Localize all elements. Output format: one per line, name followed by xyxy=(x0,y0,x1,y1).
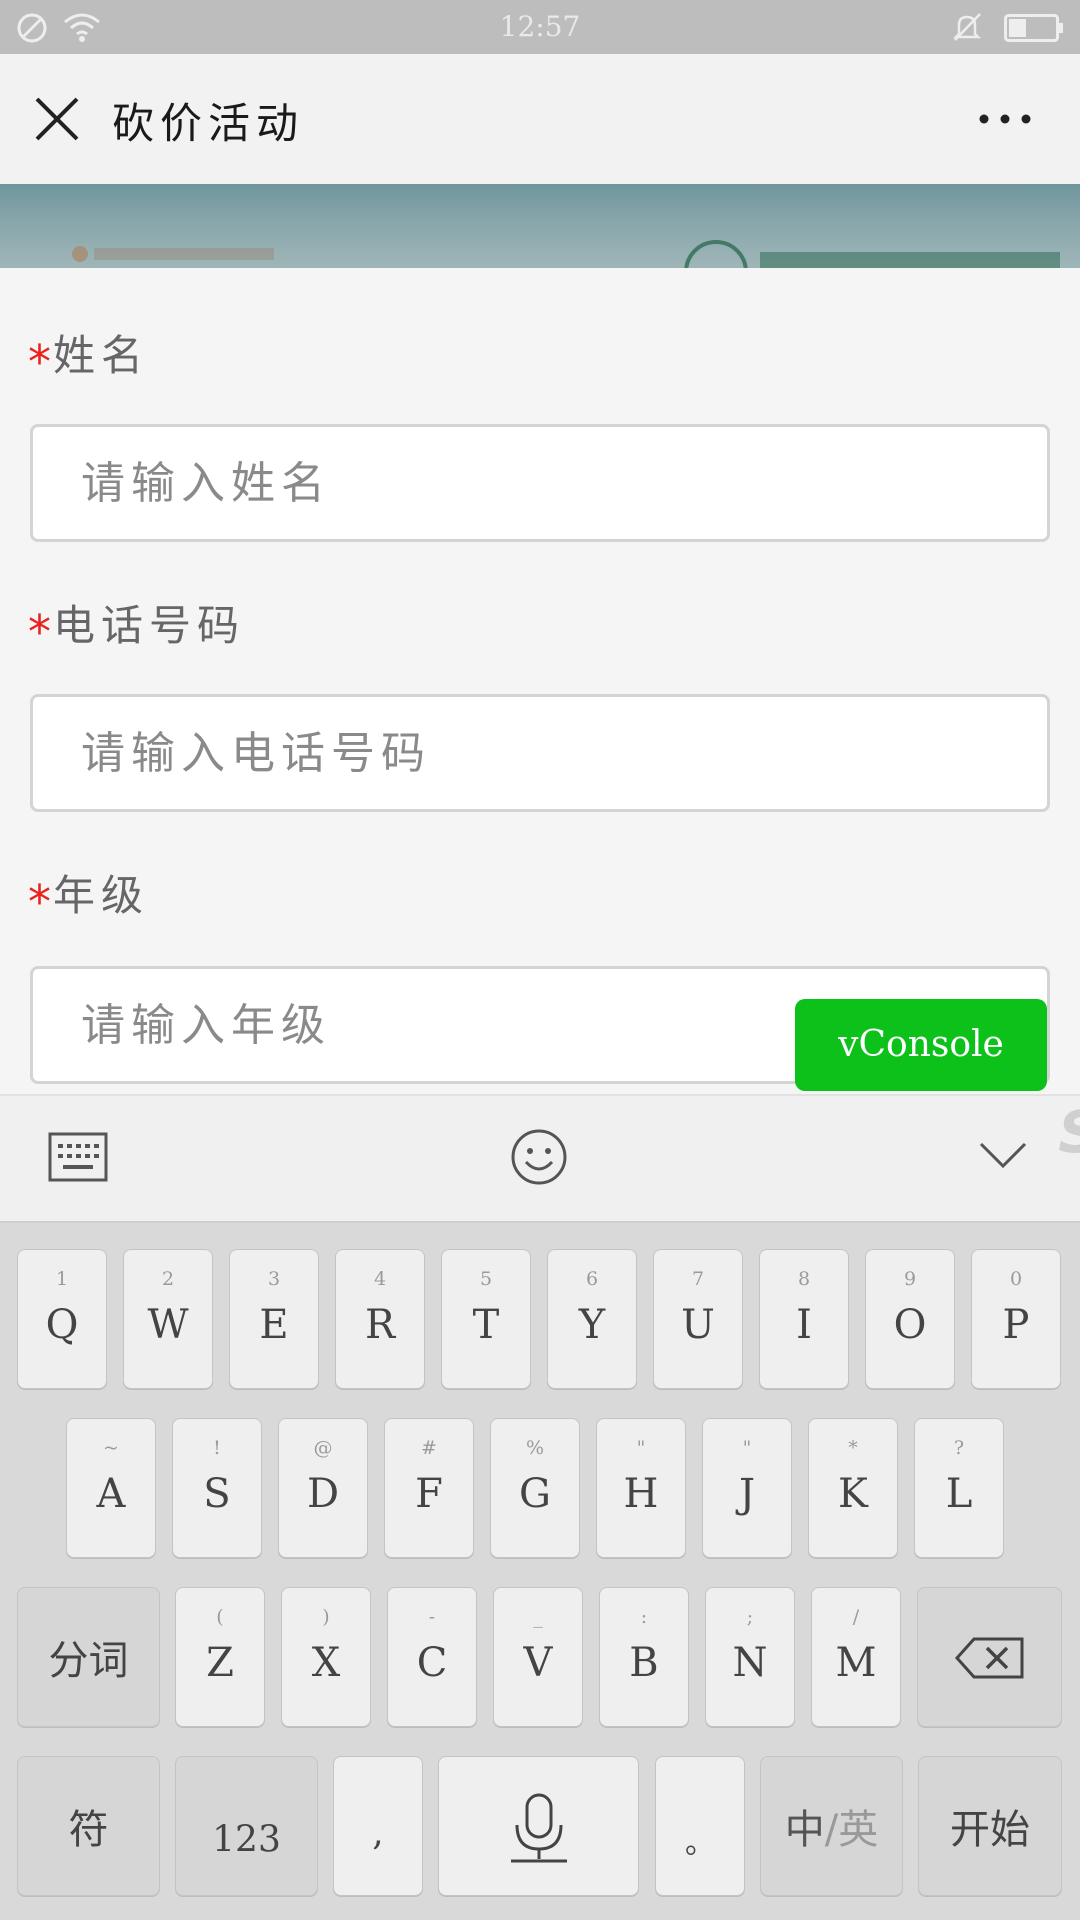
key-b[interactable]: :B xyxy=(599,1587,689,1727)
keyboard-toolbar: S xyxy=(0,1094,1080,1221)
key-k[interactable]: * K xyxy=(808,1418,898,1558)
key-u[interactable]: 7U xyxy=(653,1249,743,1389)
voice-key[interactable] xyxy=(438,1756,639,1896)
bell-muted-icon xyxy=(950,10,984,48)
close-icon[interactable] xyxy=(22,84,92,154)
collapse-icon[interactable] xyxy=(978,1136,1028,1176)
key-j[interactable]: " J xyxy=(702,1418,792,1558)
key-y[interactable]: 6Y xyxy=(547,1249,637,1389)
key-f[interactable]: # F xyxy=(384,1418,474,1558)
more-icon[interactable] xyxy=(970,94,1040,144)
status-bar: 12:57 xyxy=(0,0,1080,54)
banner-logo-left xyxy=(72,246,274,262)
emoji-icon[interactable] xyxy=(510,1128,568,1190)
name-input[interactable] xyxy=(33,427,1047,539)
phone-label: *电话号码 xyxy=(28,601,246,659)
phone-field[interactable] xyxy=(30,694,1050,812)
key-c[interactable]: -C xyxy=(387,1587,477,1727)
enter-key[interactable]: 开始 xyxy=(918,1756,1062,1896)
period-key[interactable]: 。 xyxy=(655,1756,745,1896)
key-r[interactable]: 4R xyxy=(335,1249,425,1389)
banner-logo-right xyxy=(684,240,1060,268)
key-h[interactable]: " H xyxy=(596,1418,686,1558)
microphone-icon xyxy=(505,1793,573,1869)
key-v[interactable]: _ V xyxy=(493,1587,583,1727)
soft-keyboard: 1Q 2W 3E 4R 5T 6Y 7U 8I 9O 0P ~ A ! S @ D #… xyxy=(0,1221,1080,1920)
battery-icon xyxy=(1004,14,1064,46)
key-i[interactable]: 8I xyxy=(759,1249,849,1389)
number-key[interactable]: 123 xyxy=(175,1756,318,1896)
key-q[interactable]: 1Q xyxy=(17,1249,107,1389)
required-mark: * xyxy=(28,335,51,389)
key-w[interactable]: 2W xyxy=(123,1249,213,1389)
phone-input[interactable] xyxy=(33,697,1047,809)
key-a[interactable]: ~ A xyxy=(66,1418,156,1558)
key-z[interactable]: (Z xyxy=(175,1587,265,1727)
key-t[interactable]: 5T xyxy=(441,1249,531,1389)
nav-bar: 砍价活动 xyxy=(0,54,1080,184)
banner-image xyxy=(0,184,1080,268)
language-toggle-key[interactable]: 中/英 xyxy=(760,1756,903,1896)
key-o[interactable]: 9O xyxy=(865,1249,955,1389)
backspace-key[interactable] xyxy=(917,1587,1062,1727)
key-s[interactable]: ! S xyxy=(172,1418,262,1558)
keyboard-icon[interactable] xyxy=(48,1132,108,1188)
key-n[interactable]: ; N xyxy=(705,1587,795,1727)
symbol-key[interactable]: 符 xyxy=(17,1756,160,1896)
key-e[interactable]: 3E xyxy=(229,1249,319,1389)
backspace-icon xyxy=(954,1636,1026,1684)
grade-label: *年级 xyxy=(28,871,150,929)
status-time: 12:57 xyxy=(499,10,581,43)
vconsole-button[interactable]: vConsole xyxy=(795,999,1047,1091)
key-m[interactable]: / M xyxy=(811,1587,901,1727)
key-l[interactable]: ? L xyxy=(914,1418,1004,1558)
comma-key[interactable]: , xyxy=(333,1756,423,1896)
segment-key[interactable]: 分词 xyxy=(17,1587,160,1727)
signup-form: *姓名 *电话号码 *年级 xyxy=(0,268,1080,1094)
name-label: *姓名 xyxy=(28,331,150,389)
name-field[interactable] xyxy=(30,424,1050,542)
key-x[interactable]: ) X xyxy=(281,1587,371,1727)
page-title: 砍价活动 xyxy=(112,99,305,148)
key-p[interactable]: 0P xyxy=(971,1249,1061,1389)
key-d[interactable]: @ D xyxy=(278,1418,368,1558)
required-mark: * xyxy=(28,605,51,659)
required-mark: * xyxy=(28,875,51,929)
ime-brand-mark: S xyxy=(1058,1098,1080,1166)
key-g[interactable]: % G xyxy=(490,1418,580,1558)
